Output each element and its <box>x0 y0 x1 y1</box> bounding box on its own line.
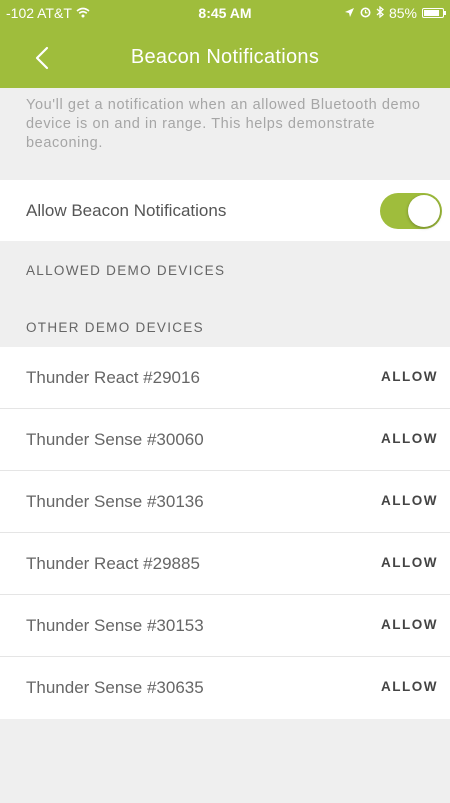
device-row: Thunder React #29016 ALLOW <box>0 347 450 409</box>
battery-percent: 85% <box>388 5 417 21</box>
allow-button[interactable]: ALLOW <box>381 679 438 694</box>
device-row: Thunder Sense #30153 ALLOW <box>0 595 450 657</box>
toggle-knob <box>408 195 440 227</box>
allow-button[interactable]: ALLOW <box>381 555 438 570</box>
device-list: Thunder React #29016 ALLOW Thunder Sense… <box>0 347 450 719</box>
device-name: Thunder React #29885 <box>26 554 200 573</box>
allow-notifications-row: Allow Beacon Notifications <box>0 180 450 241</box>
allow-button[interactable]: ALLOW <box>381 369 438 384</box>
allowed-devices-header: ALLOWED DEMO DEVICES <box>26 263 226 278</box>
page-title: Beacon Notifications <box>130 46 320 68</box>
device-row: Thunder Sense #30635 ALLOW <box>0 657 450 719</box>
device-row: Thunder Sense #30060 ALLOW <box>0 409 450 471</box>
device-row: Thunder Sense #30136 ALLOW <box>0 471 450 533</box>
device-name: Thunder Sense #30136 <box>26 492 204 511</box>
device-row: Thunder React #29885 ALLOW <box>0 533 450 595</box>
allow-button[interactable]: ALLOW <box>381 617 438 632</box>
device-name: Thunder Sense #30153 <box>26 616 204 635</box>
allow-button[interactable]: ALLOW <box>381 493 438 508</box>
status-right: 85% <box>344 5 446 21</box>
bluetooth-icon <box>376 5 384 21</box>
status-bar: -102 AT&T 8:45 AM 85% <box>0 0 450 28</box>
device-name: Thunder React #29016 <box>26 368 200 387</box>
other-devices-header: OTHER DEMO DEVICES <box>26 320 204 335</box>
navigation-bar: Beacon Notifications <box>0 28 450 88</box>
battery-icon <box>422 8 446 18</box>
battery-fill <box>424 10 440 16</box>
alarm-icon <box>360 5 371 21</box>
allow-notifications-toggle[interactable] <box>380 193 442 229</box>
location-arrow-icon <box>344 5 355 21</box>
info-text: You'll get a notification when an allowe… <box>26 97 421 151</box>
device-name: Thunder Sense #30060 <box>26 430 204 449</box>
allow-notifications-label: Allow Beacon Notifications <box>26 201 227 220</box>
allow-button[interactable]: ALLOW <box>381 431 438 446</box>
device-name: Thunder Sense #30635 <box>26 678 204 697</box>
